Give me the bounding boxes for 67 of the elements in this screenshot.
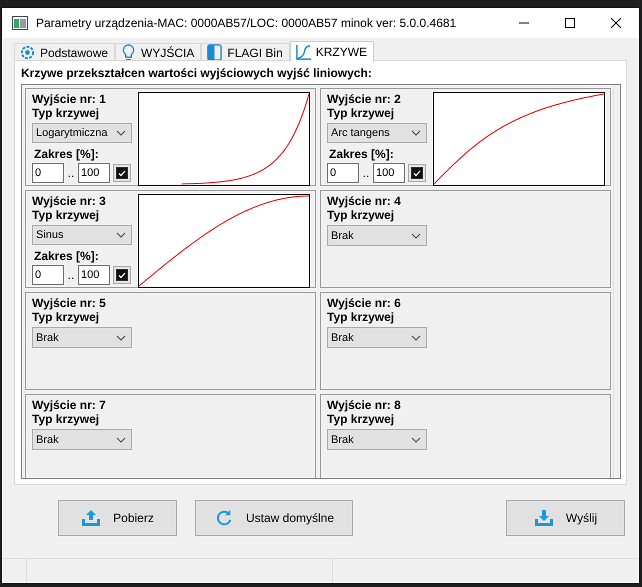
checkbox[interactable] (116, 269, 128, 281)
curve-icon (294, 44, 312, 60)
output-title: Wyjście nr: 1 (32, 92, 107, 106)
action-button[interactable]: Wyślij (506, 500, 625, 536)
range-label: Zakres [%]: (328, 147, 395, 161)
upload-icon (81, 509, 102, 527)
curve-type-label: Typ krzywej (32, 106, 100, 120)
range-from-field[interactable]: 0 (32, 265, 64, 285)
curve-type-label: Typ krzywej (327, 208, 396, 222)
chevron-icon (116, 130, 126, 136)
action-button[interactable]: Pobierz (58, 500, 177, 536)
output-title: Wyjście nr: 8 (327, 398, 402, 412)
range-to-field[interactable]: 100 (78, 163, 110, 183)
curve-type-label: Typ krzywej (32, 208, 100, 222)
curve-dropdown[interactable]: Sinus (32, 225, 132, 245)
gear-icon (19, 44, 36, 61)
curve-dropdown[interactable]: Arc tangens (327, 123, 427, 143)
curve-dropdown[interactable]: Brak (327, 327, 427, 348)
output-title: Wyjście nr: 7 (32, 398, 107, 412)
range-separator: .. (67, 166, 75, 180)
maximize-icon[interactable] (565, 18, 575, 28)
chevron-icon (411, 130, 421, 136)
window-title: Parametry urządzenia-MAC: 0000AB57/LOC: 0000AB57 minok ver: 5.0.0.4681 (36, 16, 458, 30)
chevron-icon (116, 232, 126, 238)
output-title: Wyjście nr: 5 (32, 296, 107, 310)
chevron-icon (411, 436, 421, 442)
curve-dropdown[interactable]: Brak (32, 327, 132, 348)
chevron-icon (411, 232, 421, 238)
curve-dropdown[interactable]: Brak (327, 225, 427, 246)
chevron-icon (411, 334, 421, 340)
output-title: Wyjście nr: 6 (327, 296, 402, 310)
curve-dropdown[interactable]: Brak (32, 429, 132, 450)
curve-dropdown[interactable]: Logarytmiczna (32, 123, 132, 143)
toggle-icon (206, 44, 224, 61)
range-label: Zakres [%]: (33, 249, 100, 263)
chevron-icon (116, 436, 126, 442)
range-from-field[interactable]: 0 (327, 163, 359, 183)
checkmark-icon (117, 168, 127, 178)
curve-type-label: Typ krzywej (327, 310, 396, 324)
range-to-field[interactable]: 100 (373, 163, 405, 183)
tab[interactable]: FLAGI Bin (201, 43, 290, 61)
checkmark-icon (117, 270, 127, 280)
download-icon (534, 509, 554, 527)
app-icon (12, 16, 28, 30)
curve-type-label: Typ krzywej (32, 310, 100, 324)
range-separator: .. (67, 268, 75, 282)
range-from-field[interactable]: 0 (32, 163, 64, 183)
section-title: Krzywe przekształcen wartości wyjściowych wyjść liniowych: (21, 66, 373, 80)
curve-dropdown[interactable]: Brak (327, 429, 427, 450)
tab[interactable]: WYJŚCIA (115, 43, 202, 61)
checkbox[interactable] (411, 167, 423, 179)
output-title: Wyjście nr: 2 (327, 92, 402, 106)
close-icon[interactable] (611, 18, 621, 28)
curve-type-label: Typ krzywej (32, 412, 100, 426)
tab[interactable]: KRZYWE (290, 41, 374, 62)
chevron-icon (116, 334, 126, 340)
curve-type-label: Typ krzywej (327, 412, 396, 426)
curve-type-label: Typ krzywej (327, 106, 396, 120)
range-label: Zakres [%]: (33, 147, 100, 161)
checkbox[interactable] (116, 167, 128, 179)
output-title: Wyjście nr: 4 (327, 194, 402, 208)
range-to-field[interactable]: 100 (78, 265, 110, 285)
output-title: Wyjście nr: 3 (32, 194, 107, 208)
range-separator: .. (362, 166, 370, 180)
checkmark-icon (412, 168, 422, 178)
action-button[interactable]: Ustaw domyślne (195, 500, 353, 536)
tab[interactable]: Podstawowe (14, 43, 116, 61)
